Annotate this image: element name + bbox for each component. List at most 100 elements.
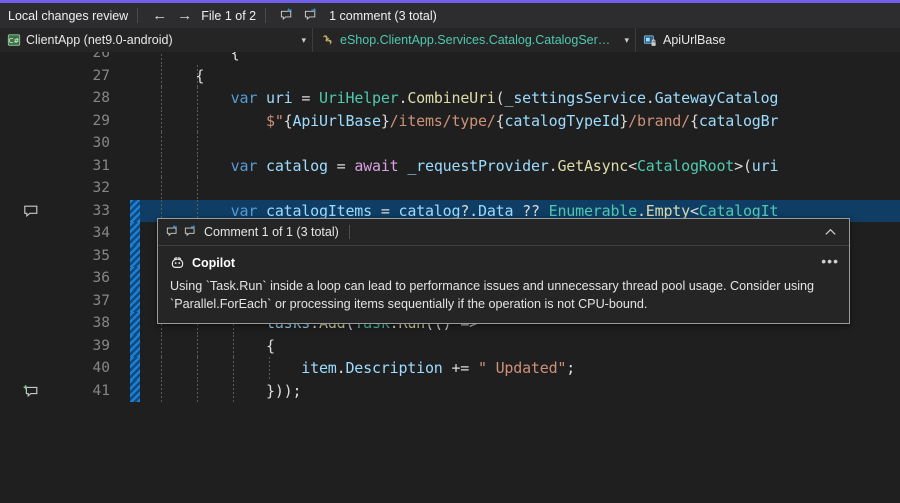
line-code-text: {: [160, 52, 240, 65]
code-token: [160, 359, 301, 377]
line-number: 26: [62, 52, 110, 65]
change-indicator-modified: [130, 245, 140, 268]
code-line[interactable]: 31 var catalog = await _requestProvider.…: [0, 155, 900, 178]
line-number: 28: [62, 87, 110, 110]
line-number: 41: [62, 380, 110, 403]
comment-bubble-icon[interactable]: [0, 200, 62, 223]
change-indicator-modified: [130, 335, 140, 358]
code-line[interactable]: 39 {: [0, 335, 900, 358]
line-number: 36: [62, 267, 110, 290]
previous-file-button[interactable]: ←: [147, 8, 172, 23]
code-token: $": [266, 112, 284, 130]
inline-comment-panel[interactable]: Comment 1 of 1 (3 total) Copilot: [157, 218, 850, 324]
line-number: 38: [62, 312, 110, 335]
local-changes-review-toolbar: Local changes review ← → File 1 of 2 1 c…: [0, 3, 900, 28]
change-indicator-modified: [130, 267, 140, 290]
visual-studio-code-review-window: Local changes review ← → File 1 of 2 1 c…: [0, 0, 900, 503]
comment-summary-label: 1 comment (3 total): [329, 9, 437, 23]
code-token: .: [398, 89, 407, 107]
code-token: uri: [266, 89, 293, 107]
change-indicator: [130, 52, 140, 65]
code-token: .: [549, 157, 558, 175]
gutter-slot: [0, 132, 62, 155]
review-title: Local changes review: [8, 9, 128, 23]
chevron-up-icon[interactable]: [817, 221, 843, 243]
gutter-slot: [0, 155, 62, 178]
change-indicator-modified: [130, 290, 140, 313]
line-number: 40: [62, 357, 110, 380]
toolbar-divider: [137, 8, 138, 23]
change-indicator-modified: [130, 200, 140, 223]
line-number: 30: [62, 132, 110, 155]
member-dropdown[interactable]: ApiUrlBase: [636, 28, 900, 52]
code-token: _requestProvider: [407, 157, 548, 175]
code-token: " Updated": [478, 359, 566, 377]
add-comment-icon[interactable]: [0, 380, 62, 403]
gutter-slot: [0, 65, 62, 88]
code-token: await: [354, 157, 398, 175]
code-token: ApiUrlBase: [293, 112, 381, 130]
code-line[interactable]: 29 $"{ApiUrlBase}/items/type/{catalogTyp…: [0, 110, 900, 133]
code-token: [257, 89, 266, 107]
toolbar-divider-2: [265, 8, 266, 23]
code-line[interactable]: 26 {: [0, 52, 900, 65]
code-line[interactable]: 28 var uri = UriHelper.CombineUri(_setti…: [0, 87, 900, 110]
indent-guide: [161, 132, 162, 155]
code-token: /brand/: [628, 112, 690, 130]
line-code-text: {: [160, 335, 275, 358]
gutter-slot: [0, 177, 62, 200]
line-number: 37: [62, 290, 110, 313]
code-token: (: [496, 89, 505, 107]
gutter-slot: [0, 245, 62, 268]
copilot-icon: [170, 255, 185, 270]
line-code-text: }));: [160, 380, 301, 403]
gutter-slot: [0, 335, 62, 358]
code-token: [160, 52, 231, 62]
chevron-down-icon[interactable]: ▾: [293, 36, 306, 45]
code-token: +=: [443, 359, 478, 377]
comment-more-options-button[interactable]: •••: [821, 254, 839, 268]
code-token: >(: [734, 157, 752, 175]
code-line[interactable]: 41 }));: [0, 380, 900, 403]
change-indicator: [130, 87, 140, 110]
code-token: {: [266, 337, 275, 355]
code-token: [160, 382, 266, 400]
code-line[interactable]: 27 {: [0, 65, 900, 88]
code-token: {: [690, 112, 699, 130]
next-comment-icon[interactable]: [300, 6, 322, 26]
code-line[interactable]: 40 item.Description += " Updated";: [0, 357, 900, 380]
code-token: =: [293, 89, 320, 107]
code-token: var: [231, 157, 258, 175]
code-token: {: [231, 52, 240, 62]
code-token: /items/type/: [390, 112, 496, 130]
comment-author-row: Copilot: [170, 255, 837, 270]
line-code-text: var catalog = await _requestProvider.Get…: [160, 155, 778, 178]
code-token: }));: [266, 382, 301, 400]
line-code-text: var uri = UriHelper.CombineUri(_settings…: [160, 87, 778, 110]
code-token: uri: [752, 157, 779, 175]
code-line[interactable]: 32: [0, 177, 900, 200]
code-token: {: [496, 112, 505, 130]
type-name-label: eShop.ClientApp.Services.Catalog.Catalog…: [340, 33, 616, 47]
previous-comment-icon-panel[interactable]: [166, 225, 180, 239]
line-number: 35: [62, 245, 110, 268]
next-file-button[interactable]: →: [172, 8, 197, 23]
code-token: }: [619, 112, 628, 130]
code-line[interactable]: 30: [0, 132, 900, 155]
gutter-slot: [0, 52, 62, 65]
change-indicator: [130, 132, 140, 155]
code-token: }: [381, 112, 390, 130]
chevron-down-icon-2[interactable]: ▾: [616, 36, 629, 45]
code-token: [160, 112, 266, 130]
type-dropdown[interactable]: eShop.ClientApp.Services.Catalog.Catalog…: [313, 28, 636, 52]
next-comment-icon-panel[interactable]: [184, 225, 198, 239]
project-dropdown[interactable]: C# ClientApp (net9.0-android) ▾: [0, 28, 313, 52]
svg-text:C#: C#: [9, 37, 20, 45]
line-number: 33: [62, 200, 110, 223]
line-number: 34: [62, 222, 110, 245]
line-code-text: $"{ApiUrlBase}/items/type/{catalogTypeId…: [160, 110, 778, 133]
change-indicator-modified: [130, 222, 140, 245]
code-token: [257, 157, 266, 175]
previous-comment-icon[interactable]: [276, 6, 298, 26]
code-token: ;: [566, 359, 575, 377]
